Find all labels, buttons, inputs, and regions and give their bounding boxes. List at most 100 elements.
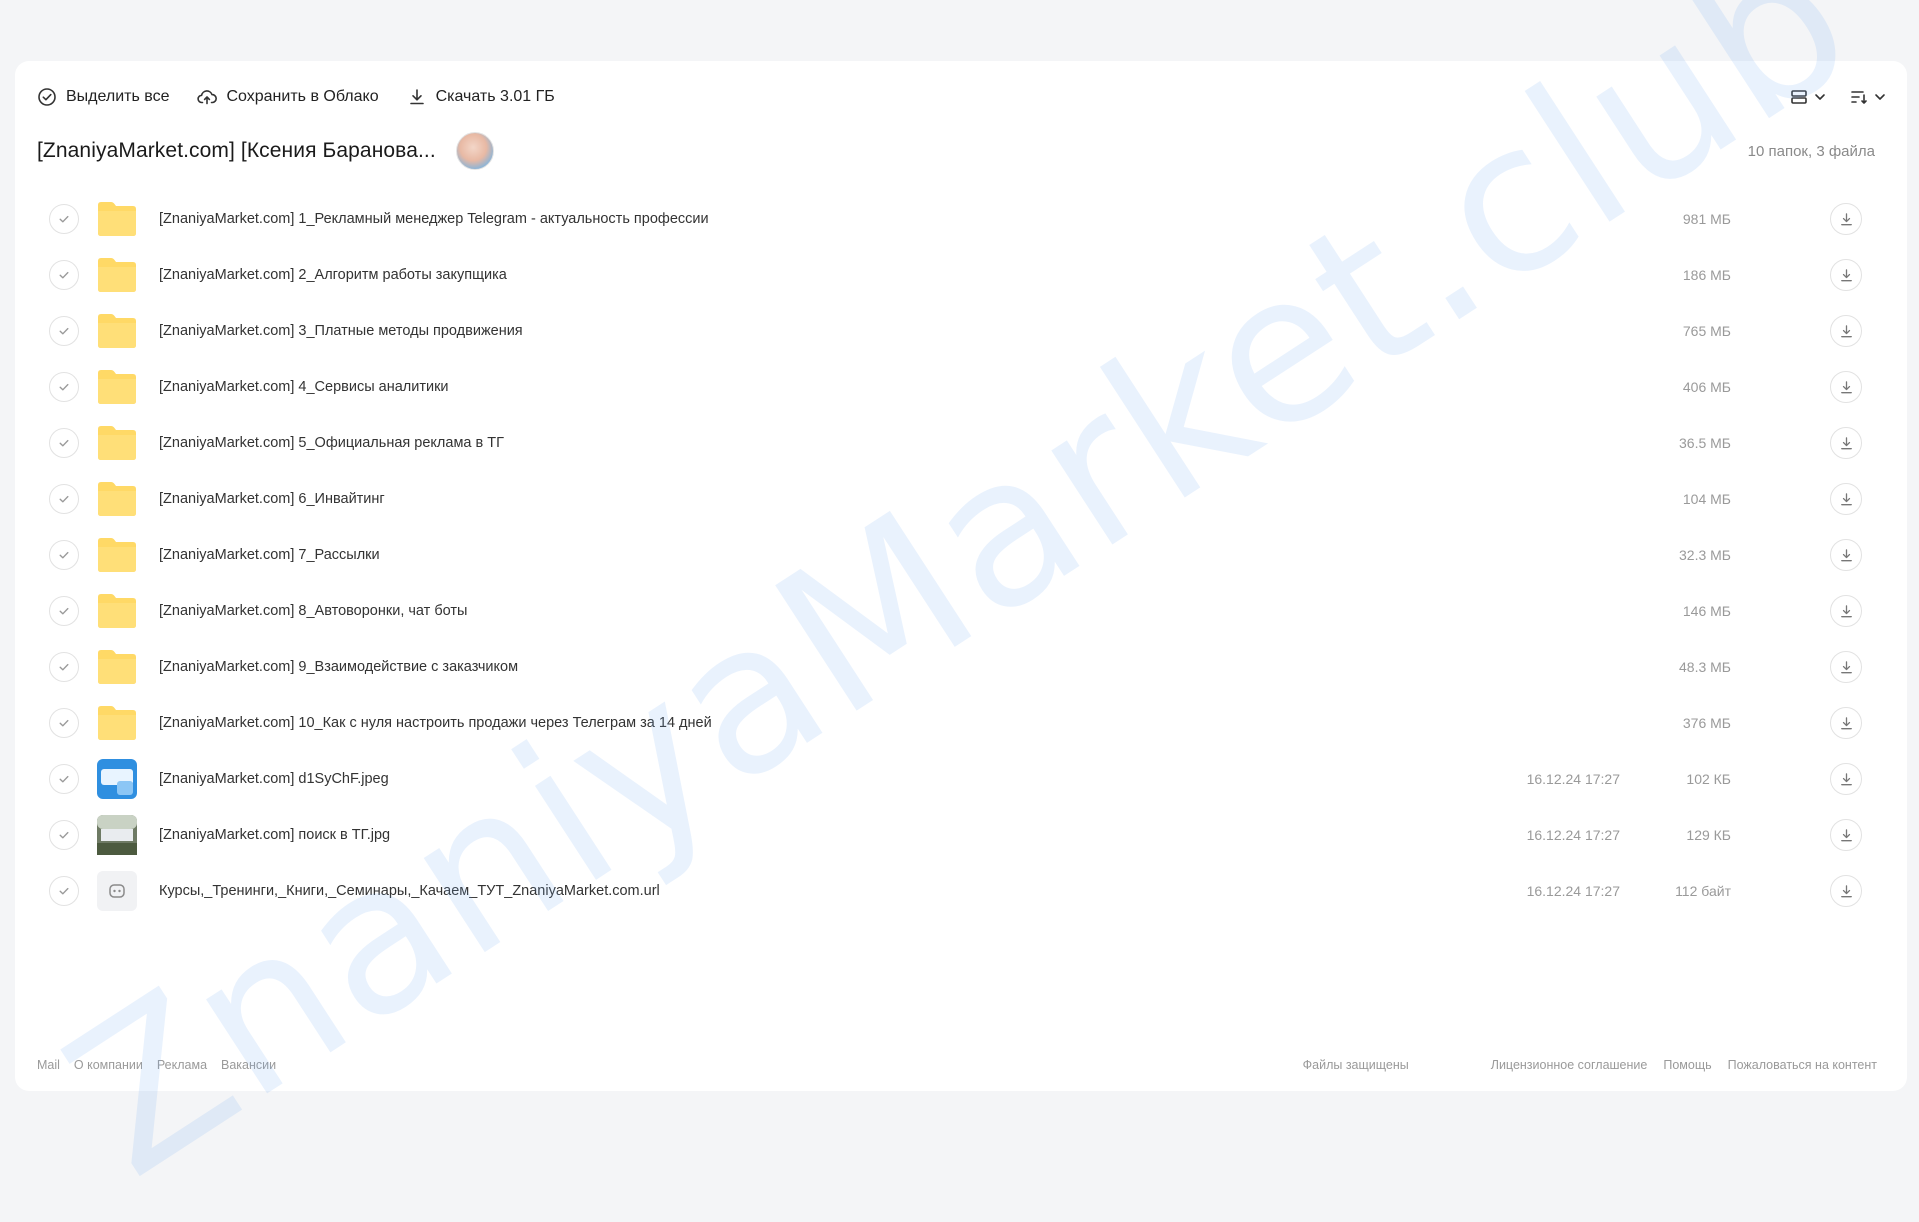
file-panel: Выделить все Сохранить в Облако Скачать …: [15, 61, 1907, 1091]
item-name[interactable]: [ZnaniyaMarket.com] 10_Как с нуля настро…: [159, 715, 712, 731]
select-checkbox[interactable]: [49, 484, 79, 514]
check-icon: [59, 607, 69, 615]
download-icon: [1840, 380, 1852, 393]
download-icon: [1840, 716, 1852, 729]
footer-link[interactable]: Лицензионное соглашение: [1491, 1058, 1648, 1072]
select-checkbox[interactable]: [49, 316, 79, 346]
item-name[interactable]: [ZnaniyaMarket.com] 7_Рассылки: [159, 547, 380, 563]
select-checkbox[interactable]: [49, 820, 79, 850]
select-checkbox[interactable]: [49, 260, 79, 290]
check-icon: [59, 495, 69, 503]
footer-link[interactable]: Помощь: [1663, 1058, 1711, 1072]
item-name[interactable]: [ZnaniyaMarket.com] 9_Взаимодействие с з…: [159, 659, 518, 675]
download-icon: [1840, 324, 1852, 337]
item-name[interactable]: [ZnaniyaMarket.com] 8_Автоворонки, чат б…: [159, 603, 467, 619]
item-name[interactable]: [ZnaniyaMarket.com] 1_Рекламный менеджер…: [159, 211, 709, 227]
item-size: 36.5 МБ: [1679, 435, 1731, 451]
folder-title: [ZnaniyaMarket.com] [Ксения Баранова...: [37, 139, 436, 162]
item-size: 186 МБ: [1682, 267, 1731, 283]
download-item-button[interactable]: [1830, 427, 1862, 459]
item-name[interactable]: [ZnaniyaMarket.com] 6_Инвайтинг: [159, 491, 385, 507]
download-item-button[interactable]: [1830, 763, 1862, 795]
download-icon: [1840, 548, 1852, 561]
download-item-button[interactable]: [1830, 203, 1862, 235]
download-item-button[interactable]: [1830, 371, 1862, 403]
folder-icon: [97, 591, 137, 631]
item-name[interactable]: [ZnaniyaMarket.com] 5_Официальная реклам…: [159, 435, 504, 451]
folder-row[interactable]: [ZnaniyaMarket.com] 5_Официальная реклам…: [15, 415, 1907, 471]
download-item-button[interactable]: [1830, 875, 1862, 907]
folder-row[interactable]: [ZnaniyaMarket.com] 3_Платные методы про…: [15, 303, 1907, 359]
footer-link[interactable]: Mail: [37, 1058, 60, 1072]
sort-button[interactable]: [1849, 87, 1887, 107]
download-item-button[interactable]: [1830, 651, 1862, 683]
download-item-button[interactable]: [1830, 707, 1862, 739]
item-date: 16.12.24 17:27: [1526, 883, 1620, 899]
file-row[interactable]: Курсы,_Тренинги,_Книги,_Семинары,_Качаем…: [15, 863, 1907, 919]
view-mode-button[interactable]: [1789, 87, 1827, 107]
footer-link[interactable]: Пожаловаться на контент: [1728, 1058, 1877, 1072]
file-list: [ZnaniyaMarket.com] 1_Рекламный менеджер…: [15, 191, 1907, 919]
item-size: 981 МБ: [1682, 211, 1731, 227]
item-size: 112 байт: [1675, 883, 1731, 899]
select-checkbox[interactable]: [49, 764, 79, 794]
footer-link[interactable]: О компании: [74, 1058, 143, 1072]
download-icon: [1840, 268, 1852, 281]
select-checkbox[interactable]: [49, 596, 79, 626]
file-row[interactable]: [ZnaniyaMarket.com] поиск в ТГ.jpg 16.12.…: [15, 807, 1907, 863]
item-size: 48.3 МБ: [1679, 659, 1731, 675]
footer-links-right: Лицензионное соглашение Помощь Пожаловатьс…: [1491, 1058, 1877, 1072]
item-name[interactable]: [ZnaniyaMarket.com] d1SyChF.jpeg: [159, 771, 389, 787]
download-all-button[interactable]: Скачать 3.01 ГБ: [407, 87, 555, 107]
item-name[interactable]: [ZnaniyaMarket.com] 4_Сервисы аналитики: [159, 379, 449, 395]
folder-row[interactable]: [ZnaniyaMarket.com] 7_Рассылки 32.3 МБ: [15, 527, 1907, 583]
save-to-cloud-button[interactable]: Сохранить в Облако: [197, 87, 379, 107]
item-size: 376 МБ: [1682, 715, 1731, 731]
item-size: 102 КБ: [1686, 771, 1731, 787]
folder-icon: [97, 367, 137, 407]
select-all-button[interactable]: Выделить все: [37, 87, 169, 107]
select-checkbox[interactable]: [49, 372, 79, 402]
footer-link[interactable]: Реклама: [157, 1058, 207, 1072]
check-icon: [59, 271, 69, 279]
item-name[interactable]: Курсы,_Тренинги,_Книги,_Семинары,_Качаем…: [159, 883, 660, 899]
folder-row[interactable]: [ZnaniyaMarket.com] 6_Инвайтинг 104 МБ: [15, 471, 1907, 527]
select-checkbox[interactable]: [49, 428, 79, 458]
chevron-down-icon: [1875, 94, 1885, 100]
item-name[interactable]: [ZnaniyaMarket.com] 2_Алгоритм работы за…: [159, 267, 507, 283]
link-file-icon: [97, 871, 137, 911]
owner-avatar[interactable]: [455, 132, 494, 170]
item-size: 146 МБ: [1682, 603, 1731, 619]
download-item-button[interactable]: [1830, 315, 1862, 347]
folder-row[interactable]: [ZnaniyaMarket.com] 8_Автоворонки, чат б…: [15, 583, 1907, 639]
toolbar: Выделить все Сохранить в Облако Скачать …: [37, 75, 555, 119]
check-icon: [59, 551, 69, 559]
download-icon: [1840, 828, 1852, 841]
folder-row[interactable]: [ZnaniyaMarket.com] 2_Алгоритм работы за…: [15, 247, 1907, 303]
folder-row[interactable]: [ZnaniyaMarket.com] 4_Сервисы аналитики 4…: [15, 359, 1907, 415]
select-checkbox[interactable]: [49, 652, 79, 682]
item-size: 129 КБ: [1686, 827, 1731, 843]
download-item-button[interactable]: [1830, 595, 1862, 627]
select-checkbox[interactable]: [49, 876, 79, 906]
footer-links-left: Mail О компании Реклама Вакансии: [37, 1058, 276, 1072]
folder-row[interactable]: [ZnaniyaMarket.com] 9_Взаимодействие с з…: [15, 639, 1907, 695]
download-item-button[interactable]: [1830, 259, 1862, 291]
select-checkbox[interactable]: [49, 204, 79, 234]
check-icon: [59, 831, 69, 839]
download-item-button[interactable]: [1830, 483, 1862, 515]
check-icon: [59, 439, 69, 447]
file-row[interactable]: [ZnaniyaMarket.com] d1SyChF.jpeg 16.12.24…: [15, 751, 1907, 807]
footer-link[interactable]: Вакансии: [221, 1058, 276, 1072]
folder-row[interactable]: [ZnaniyaMarket.com] 1_Рекламный менеджер…: [15, 191, 1907, 247]
save-to-cloud-label: Сохранить в Облако: [226, 88, 379, 105]
download-item-button[interactable]: [1830, 819, 1862, 851]
select-checkbox[interactable]: [49, 540, 79, 570]
select-checkbox[interactable]: [49, 708, 79, 738]
folder-row[interactable]: [ZnaniyaMarket.com] 10_Как с нуля настро…: [15, 695, 1907, 751]
folder-icon: [97, 479, 137, 519]
download-item-button[interactable]: [1830, 539, 1862, 571]
folder-icon: [97, 423, 137, 463]
item-name[interactable]: [ZnaniyaMarket.com] поиск в ТГ.jpg: [159, 827, 390, 843]
item-name[interactable]: [ZnaniyaMarket.com] 3_Платные методы про…: [159, 323, 523, 339]
